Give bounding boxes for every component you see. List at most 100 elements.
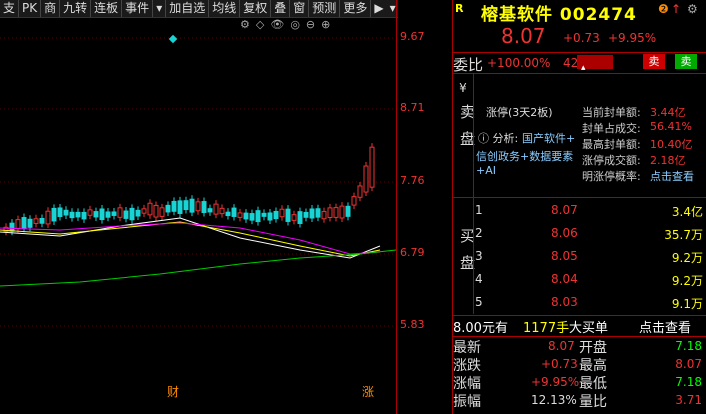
toolbar-button[interactable]: 事件 <box>122 0 154 17</box>
big-order-qty: 1177手 <box>523 321 570 336</box>
candle-body <box>51 207 57 222</box>
toolbar-button[interactable]: 九转 <box>60 0 92 17</box>
price-row: 8.07 +0.73 +9.95% <box>453 24 706 48</box>
up-arrow-icon: ↑ <box>671 2 682 16</box>
chart-divider <box>396 0 397 414</box>
stat-label: 振幅 <box>453 394 481 410</box>
analysis-line[interactable]: 国产软件+ <box>522 130 575 146</box>
weibi-value: +100.00% <box>487 56 551 70</box>
candle-body <box>285 208 291 222</box>
candle-body <box>249 213 255 221</box>
gear-icon[interactable]: ⚙ <box>687 2 698 16</box>
book-row[interactable]: 5 8.03 9.1万 <box>473 292 705 312</box>
book-price: 8.06 <box>551 226 578 240</box>
candle-body <box>153 204 159 218</box>
event-marker-caibao[interactable]: 财 <box>167 383 179 400</box>
candle-body <box>255 210 261 223</box>
toolbar-button[interactable]: 叠 <box>271 0 291 17</box>
buy-button[interactable]: 卖 <box>675 54 697 69</box>
stats-row: 涨幅 +9.95% 最低 7.18 <box>453 373 706 392</box>
candle-body <box>213 203 219 215</box>
event-marker-zhang[interactable]: 涨 <box>362 383 374 400</box>
stat-val: 3.44亿 <box>650 106 686 119</box>
analysis-line[interactable]: 信创政务+数据要素 <box>476 148 573 164</box>
stat-value: 8.07 <box>675 357 702 371</box>
toolbar-button[interactable]: 更多 <box>340 0 372 17</box>
kline-chart[interactable] <box>0 18 452 396</box>
stat-key: 明涨停概率: <box>582 170 641 183</box>
candle-body <box>9 222 15 232</box>
chevron-up-icon[interactable]: ▴ <box>581 63 586 73</box>
big-order-price: 8.00元有 <box>453 321 508 336</box>
sell-panel: ¥ 卖盘 涨停(3天2板) ⓘ 分析: 国产软件+ 信创政务+数据要素 +AI … <box>453 73 706 198</box>
stat-label: 最低 <box>579 376 607 392</box>
price-tick: 5.83 <box>400 318 425 331</box>
toolbar-button[interactable]: 支 <box>0 0 20 17</box>
candle-body <box>21 217 27 229</box>
stats-row: 涨跌 +0.73 最高 8.07 <box>453 355 706 374</box>
book-row[interactable]: 3 8.05 9.2万 <box>473 246 705 266</box>
signal-marker <box>168 34 178 44</box>
book-row[interactable]: 4 8.04 9.2万 <box>473 269 705 289</box>
stat-key: 封单占成交: <box>582 122 641 135</box>
candle-body <box>123 210 129 219</box>
candle-body <box>63 209 69 216</box>
analysis-label: ⓘ 分析: <box>478 130 518 146</box>
big-order-check[interactable]: 点击查看 <box>639 317 691 336</box>
analysis-line[interactable]: +AI <box>476 164 496 177</box>
candle-body <box>147 202 153 216</box>
book-price: 8.05 <box>551 249 578 263</box>
candle-body <box>69 211 75 219</box>
price-tick: 8.71 <box>400 101 425 114</box>
chevron-down-icon[interactable]: ▾ <box>153 0 167 17</box>
candle-body <box>363 165 369 193</box>
candle-body <box>219 207 225 215</box>
toolbar-button[interactable]: PK <box>19 0 42 17</box>
analysis-prefix: 分析: <box>492 132 519 145</box>
candle-body <box>309 208 315 219</box>
buy-book: 买盘 1 8.07 3.4亿 2 8.06 35.7万 3 8.05 9.2万 … <box>453 197 706 314</box>
toolbar-button[interactable]: 预测 <box>309 0 341 17</box>
book-price: 8.07 <box>551 203 578 217</box>
book-row[interactable]: 2 8.06 35.7万 <box>473 223 705 243</box>
book-level: 2 <box>475 226 483 240</box>
candle-body <box>27 218 33 228</box>
toolbar-button[interactable]: 商 <box>41 0 61 17</box>
toolbar-button[interactable]: 均线 <box>209 0 241 17</box>
toolbar-button[interactable]: 复权 <box>240 0 272 17</box>
stat-value: 3.71 <box>675 393 702 407</box>
stat-value: 12.13% <box>531 393 577 407</box>
candle-body <box>117 207 123 218</box>
check-link[interactable]: 点击查看 <box>650 168 694 184</box>
stat-label: 量比 <box>579 394 607 410</box>
stat-value: +9.95% <box>531 375 580 389</box>
stat-label: 最新 <box>453 340 481 356</box>
candle-body <box>315 208 321 218</box>
candle-body <box>165 204 171 213</box>
toolbar-button[interactable]: 连板 <box>91 0 123 17</box>
candle-body <box>243 212 249 220</box>
book-volume: 9.2万 <box>671 274 703 288</box>
toolbar-button[interactable]: 加自选 <box>166 0 210 17</box>
candle-body <box>261 212 267 217</box>
r-badge: R <box>455 2 467 16</box>
book-row[interactable]: 1 8.07 3.4亿 <box>473 200 705 220</box>
sell-button[interactable]: 卖 <box>643 54 665 69</box>
candle-body <box>75 211 81 218</box>
candle-body <box>339 205 345 219</box>
sell-side-label: 卖盘 <box>455 104 476 158</box>
book-volume: 9.1万 <box>671 297 703 311</box>
stat-val: 56.41% <box>650 120 692 133</box>
info-icon: ⓘ <box>478 132 493 145</box>
book-volume: 9.2万 <box>671 251 703 265</box>
stat-value: 8.07 <box>548 339 575 353</box>
price-tick: 6.79 <box>400 246 425 259</box>
rank-icon[interactable]: ❷ <box>658 2 669 16</box>
stats-row: 振幅 12.13% 量比 3.71 <box>453 391 706 410</box>
play-icon[interactable]: ▶ <box>371 0 386 17</box>
candle-body <box>99 208 105 221</box>
toolbar-button[interactable]: 窗 <box>290 0 310 17</box>
candle-body <box>207 208 213 213</box>
candle-body <box>141 208 147 214</box>
stat-label: 开盘 <box>579 340 607 356</box>
